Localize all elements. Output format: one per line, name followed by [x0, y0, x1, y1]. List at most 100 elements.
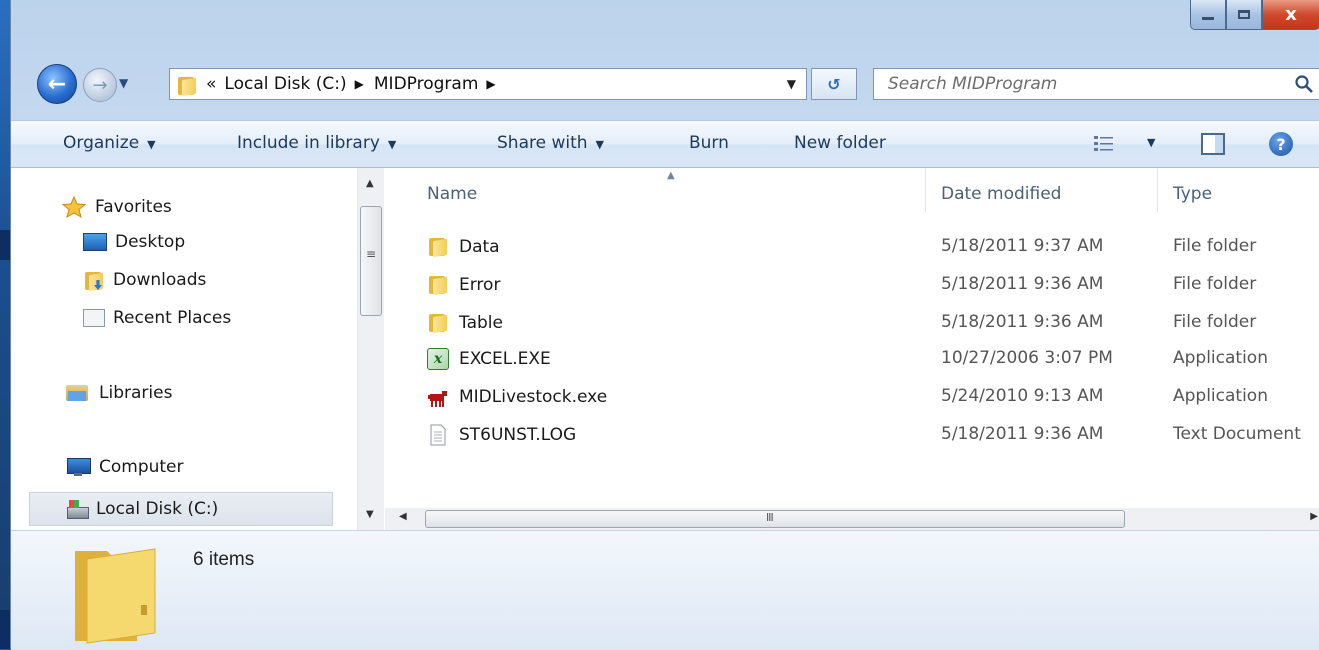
- help-icon: ?: [1276, 134, 1286, 154]
- livestock-app-icon: [428, 391, 447, 407]
- computer-icon: [65, 456, 91, 478]
- file-name: Table: [459, 313, 503, 333]
- details-pane: 6 items: [11, 530, 1319, 650]
- close-button[interactable]: x: [1262, 0, 1319, 30]
- include-in-library-button[interactable]: Include in library ▼: [237, 133, 396, 153]
- forward-arrow-icon: →: [92, 74, 108, 96]
- address-dropdown-icon[interactable]: ▼: [787, 77, 796, 91]
- refresh-icon: ↺: [827, 74, 841, 94]
- breadcrumb-overflow[interactable]: «: [206, 74, 216, 94]
- sidebar-item-local-disk[interactable]: Local Disk (C:): [29, 492, 333, 526]
- close-icon: x: [1285, 4, 1297, 25]
- help-button[interactable]: ?: [1269, 132, 1293, 156]
- minimize-icon: [1202, 17, 1214, 20]
- file-type: Application: [1173, 348, 1268, 368]
- file-type: File folder: [1173, 274, 1257, 294]
- organize-label: Organize: [63, 133, 140, 153]
- computer-label: Computer: [99, 457, 184, 477]
- scrollbar-thumb[interactable]: [425, 510, 1125, 528]
- desktop-label: Desktop: [115, 232, 186, 252]
- minimize-button[interactable]: [1190, 0, 1226, 30]
- sidebar-group-favorites[interactable]: Favorites: [61, 196, 172, 218]
- scroll-down-icon[interactable]: ▼: [366, 509, 374, 520]
- organize-button[interactable]: Organize ▼: [63, 133, 156, 153]
- command-bar: Organize ▼ Include in library ▼ Share with…: [11, 120, 1319, 168]
- breadcrumb-separator-icon[interactable]: ▶: [355, 77, 364, 91]
- favorites-label: Favorites: [95, 197, 172, 217]
- file-date: 5/24/2010 9:13 AM: [941, 386, 1104, 406]
- sidebar-item-recent-places[interactable]: Recent Places: [83, 308, 231, 328]
- maximize-button[interactable]: [1226, 0, 1262, 30]
- breadcrumb-item-local-disk[interactable]: Local Disk (C:): [224, 74, 346, 94]
- sidebar-group-computer[interactable]: Computer: [65, 456, 184, 478]
- file-row-table[interactable]: Table 5/18/2011 9:36 AM File folder: [385, 304, 1319, 340]
- chevron-down-icon: ▼: [147, 138, 156, 151]
- scroll-right-icon[interactable]: ▶: [1310, 511, 1318, 522]
- file-row-data[interactable]: Data 5/18/2011 9:37 AM File folder: [385, 228, 1319, 264]
- file-type: Text Document: [1173, 424, 1301, 444]
- folder-icon: [427, 274, 449, 296]
- file-date: 5/18/2011 9:36 AM: [941, 424, 1104, 444]
- search-input[interactable]: Search MIDProgram: [873, 68, 1319, 100]
- breadcrumb-separator-icon[interactable]: ▶: [486, 77, 495, 91]
- local-disk-label: Local Disk (C:): [96, 499, 219, 519]
- file-row-excel[interactable]: x EXCEL.EXE 10/27/2006 3:07 PM Applicati…: [385, 340, 1319, 376]
- recent-pages-dropdown[interactable]: ▼: [119, 76, 128, 90]
- address-bar[interactable]: « Local Disk (C:) ▶ MIDProgram ▶ ▼: [169, 68, 807, 100]
- burn-label: Burn: [689, 133, 729, 153]
- recent-places-icon: [83, 309, 105, 327]
- column-header-date-modified[interactable]: Date modified: [941, 184, 1061, 204]
- file-row-error[interactable]: Error 5/18/2011 9:36 AM File folder: [385, 266, 1319, 302]
- preview-pane-icon[interactable]: [1201, 133, 1225, 155]
- burn-button[interactable]: Burn: [689, 133, 729, 153]
- column-header-name[interactable]: Name: [427, 184, 477, 204]
- view-options-icon[interactable]: [1093, 134, 1115, 154]
- scrollbar-thumb[interactable]: [360, 206, 382, 316]
- folder-icon: [176, 75, 196, 97]
- file-name: ST6UNST.LOG: [459, 425, 577, 445]
- text-document-icon: [430, 424, 446, 446]
- folder-icon: [427, 236, 449, 258]
- file-name: EXCEL.EXE: [459, 349, 551, 369]
- caption-buttons: x: [1190, 0, 1319, 30]
- refresh-button[interactable]: ↺: [811, 68, 857, 100]
- file-row-midlivestock[interactable]: MIDLivestock.exe 5/24/2010 9:13 AM Appli…: [385, 378, 1319, 414]
- column-header-type[interactable]: Type: [1173, 184, 1212, 204]
- view-dropdown-icon[interactable]: ▼: [1147, 136, 1155, 149]
- column-divider[interactable]: [1157, 168, 1158, 212]
- file-type: File folder: [1173, 236, 1257, 256]
- scroll-up-icon[interactable]: ▲: [366, 178, 374, 189]
- file-date: 10/27/2006 3:07 PM: [941, 348, 1113, 368]
- desktop-edge: [0, 0, 10, 649]
- new-folder-label: New folder: [794, 133, 886, 153]
- downloads-label: Downloads: [113, 270, 207, 290]
- nav-pane-scrollbar[interactable]: ▲ ▼: [357, 168, 384, 530]
- forward-button[interactable]: →: [83, 68, 117, 102]
- column-divider[interactable]: [925, 168, 926, 212]
- recent-places-label: Recent Places: [113, 308, 232, 328]
- desktop-icon: [83, 233, 107, 251]
- back-arrow-icon: ←: [47, 71, 67, 97]
- sidebar-item-desktop[interactable]: Desktop: [83, 232, 185, 252]
- file-row-st6unst-log[interactable]: ST6UNST.LOG 5/18/2011 9:36 AM Text Docum…: [385, 416, 1319, 452]
- breadcrumb-item-midprogram[interactable]: MIDProgram: [374, 74, 479, 94]
- new-folder-button[interactable]: New folder: [794, 133, 886, 153]
- share-with-button[interactable]: Share with ▼: [497, 133, 604, 153]
- file-type: File folder: [1173, 312, 1257, 332]
- sidebar-group-libraries[interactable]: Libraries: [65, 382, 172, 404]
- chevron-down-icon: ▼: [595, 138, 604, 151]
- share-with-label: Share with: [497, 133, 588, 153]
- file-date: 5/18/2011 9:37 AM: [941, 236, 1104, 256]
- breadcrumb: « Local Disk (C:) ▶ MIDProgram ▶: [206, 74, 506, 94]
- file-list-horizontal-scrollbar[interactable]: ◀ ▶: [385, 508, 1319, 530]
- sidebar-item-downloads[interactable]: Downloads: [83, 270, 207, 292]
- downloads-folder-icon: [83, 270, 105, 292]
- item-count: 6 items: [193, 549, 255, 570]
- back-button[interactable]: ←: [37, 64, 77, 104]
- file-name: MIDLivestock.exe: [459, 387, 608, 407]
- local-disk-icon: [66, 499, 89, 519]
- search-placeholder: Search MIDProgram: [888, 74, 1058, 94]
- scroll-left-icon[interactable]: ◀: [399, 511, 407, 522]
- search-icon[interactable]: [1294, 74, 1314, 94]
- folder-icon: [427, 312, 449, 334]
